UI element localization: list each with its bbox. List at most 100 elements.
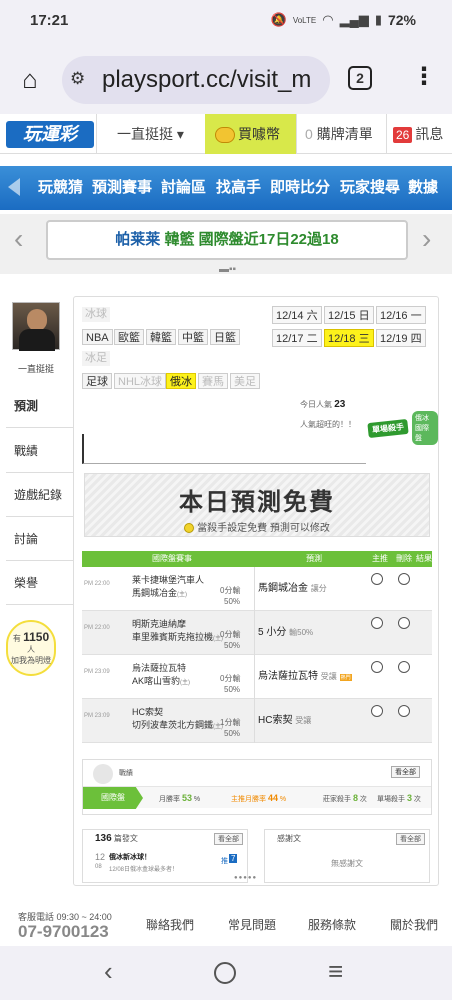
tab-game-log[interactable]: 遊戲紀錄 [6,473,78,517]
pick-note: 受讓 [295,716,312,725]
tab-predict[interactable]: 預測 [6,384,78,428]
pick-note: 輸50% [289,628,314,637]
col-main-pick: 主推 [372,554,388,563]
tab-honors[interactable]: 榮譽 [6,561,78,605]
table-row: PM 23:09 烏法薩拉瓦特 AK喀山雪豹(主) 0分輸 50% 烏法薩拉瓦特 受讓 熱… [82,655,432,699]
main-pick-radio[interactable] [371,661,383,673]
col-prediction: 預測 [306,554,322,563]
sport-china-basketball[interactable]: 中籃 [178,329,208,345]
tab-record[interactable]: 戰績 [6,429,78,473]
footer-link-about[interactable]: 關於我們 [390,916,438,933]
url-text[interactable]: playsport.cc/visit_m [102,66,311,94]
main-pick-radio[interactable] [371,705,383,717]
date-1219[interactable]: 12/19 四 [376,329,426,347]
site-settings-icon[interactable]: ⚙ [70,69,85,89]
team-home: 車里雅賓斯克拖拉機 [132,632,214,642]
site-footer: 客服電話 09:30 ~ 24:00 07-9700123 聯絡我們 常見問題 … [0,896,452,946]
tab-discussion[interactable]: 討論 [6,517,78,561]
delete-radio[interactable] [398,617,410,629]
menu-item-forum[interactable]: 討論區 [161,166,206,210]
status-time: 17:21 [30,12,69,29]
mute-icon: 🔕 [270,12,287,27]
buy-coins-button[interactable]: 買噱幣 [205,114,296,154]
sport-korea-basketball[interactable]: 韓籃 [146,329,176,345]
announcement-carousel: ‹ 帕莱莱 韓籃 國際盤近17日22過18 › ▬▪▪ [0,214,452,275]
record-panel: 戰績 看全部 國際盤 月勝率 53 % 主推月勝率 44 % 莊家殺手 8 次 … [82,759,432,815]
battery-level: 72% [387,12,416,28]
pick-team: 5 小分 [258,627,287,638]
odds-percent: 50% [224,597,241,606]
cart-button[interactable]: 0 購牌清單 [296,114,386,154]
team-away: 烏法薩拉瓦特 [132,663,187,673]
menu-item-predict[interactable]: 預測賽事 [92,166,152,210]
carousel-prev-icon[interactable]: ‹ [14,225,23,253]
menu-item-live-scores[interactable]: 即時比分 [270,166,330,210]
menu-item-stats[interactable]: 數據 [408,166,438,210]
date-1218[interactable]: 12/18 三 [324,329,374,347]
messages-count-badge: 26 [393,127,413,143]
fans-unit: 人 [27,645,35,654]
menu-scroll-left-icon[interactable] [8,178,20,196]
menu-item-find-experts[interactable]: 找高手 [216,166,261,210]
back-icon[interactable]: ‹ [104,956,113,987]
footer-link-contact[interactable]: 聯絡我們 [146,916,194,933]
tab-switcher-button[interactable]: 2 [348,66,372,90]
announcement-box[interactable]: 帕莱莱 韓籃 國際盤近17日22過18 [46,220,408,260]
home-tag: (主) [177,592,188,598]
home-icon[interactable]: ⌂ [14,64,46,96]
free-banner-title: 本日預測免費 [179,489,335,516]
site-logo[interactable]: 玩運彩 [6,121,94,148]
popularity-label: 今日人氣 [300,400,332,409]
prediction-input[interactable] [82,434,366,464]
address-bar[interactable]: ⚙ playsport.cc/visit_m [62,56,330,104]
prediction-panel: 冰球 NBA 歐籃 韓籃 中籃 日籃 冰足 足球 NHL冰球 俄冰 賽馬 美足 … [73,296,439,886]
date-1216[interactable]: 12/16 一 [376,306,426,324]
messages-button[interactable]: 26 訊息 [386,114,452,154]
page-dots: ●●●●● [234,875,258,881]
delete-radio[interactable] [398,661,410,673]
follow-dropdown[interactable]: 一直挺挺 ▾ [96,114,204,154]
delete-radio[interactable] [398,573,410,585]
avatar[interactable] [12,302,60,351]
footer-link-faq[interactable]: 常見問題 [228,916,276,933]
date-1214[interactable]: 12/14 六 [272,306,322,324]
sport-euro-basketball[interactable]: 歐籃 [114,329,144,345]
sport-russia-hockey[interactable]: 俄冰 [166,373,196,389]
recents-icon[interactable]: ≡ [328,956,343,987]
thanks-view-all-button[interactable]: 看全部 [396,833,425,845]
main-pick-radio[interactable] [371,617,383,629]
odds-line: 0分輸 [220,586,241,595]
menu-item-play[interactable]: 玩競猜 [38,166,83,210]
pick-note: 讓分 [310,584,327,593]
date-1217[interactable]: 12/17 二 [272,329,322,347]
sport-soccer[interactable]: 足球 [82,373,112,389]
support-phone[interactable]: 07-9700123 [18,922,109,942]
sport-horse-racing[interactable]: 賽馬 [198,373,228,389]
carousel-next-icon[interactable]: › [422,225,431,253]
articles-view-all-button[interactable]: 看全部 [214,833,243,845]
menu-item-player-search[interactable]: 玩家搜尋 [340,166,400,210]
table-row: PM 22:00 莱卡捷琳堡汽車人 馬鋼城冶金(主) 0分輸 50% 馬鋼城冶金 讓分 [82,567,432,611]
sport-nhl[interactable]: NHL冰球 [114,373,167,389]
home-circle-icon[interactable] [214,962,236,984]
sport-japan-basketball[interactable]: 日籃 [210,329,240,345]
team-away: 明斯克迪納摩 [132,619,187,629]
article-push-label: 推 [221,858,228,865]
announcement-suffix: 國際盤近17日22過18 [198,231,339,248]
fans-count: 1150 [23,630,50,644]
killer-badge-main: 單場殺手 [367,418,409,439]
browser-menu-icon[interactable]: ⋮ [412,62,436,92]
battery-icon: ▮ [374,12,382,27]
team-away: 莱卡捷琳堡汽車人 [132,575,205,585]
article-title: 俄冰新冰球！ [109,854,151,861]
system-nav-bar: ‹ ≡ [0,946,452,1000]
main-pick-radio[interactable] [371,573,383,585]
fans-badge[interactable]: 有 1150 人 加我為明燈 [6,620,56,676]
date-1215[interactable]: 12/15 日 [324,306,374,324]
footer-link-terms[interactable]: 服務條款 [308,916,356,933]
record-view-all-button[interactable]: 看全部 [391,766,420,778]
delete-radio[interactable] [398,705,410,717]
sport-nba[interactable]: NBA [82,329,113,345]
home-tag: (主) [180,680,191,686]
sport-american-football[interactable]: 美足 [230,373,260,389]
